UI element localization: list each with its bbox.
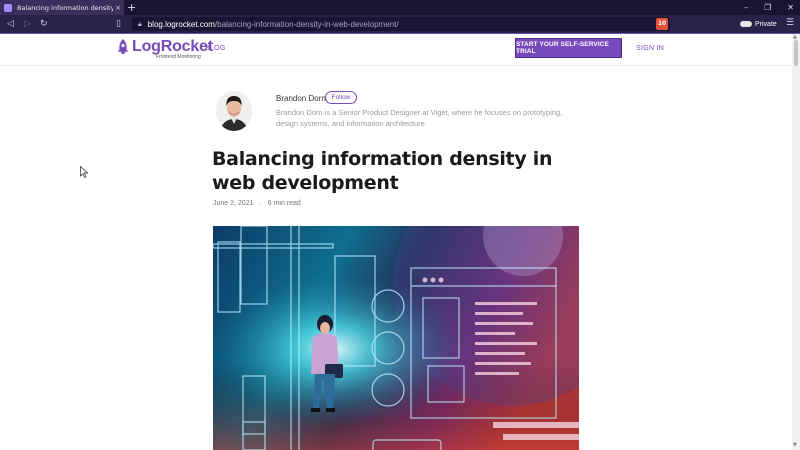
browser-tab-bar: Balancing information density in w... × … bbox=[0, 0, 800, 15]
author-bio: Brandon Dorn is a Senior Product Designe… bbox=[276, 108, 563, 128]
reload-icon[interactable]: ↻ bbox=[40, 17, 48, 31]
brave-shield-icon[interactable]: 10 bbox=[656, 18, 668, 30]
private-label: Private bbox=[755, 20, 777, 28]
article-date: June 2, 2021 bbox=[213, 200, 254, 207]
address-bar[interactable]: 🔒︎ blog.logrocket.com/balancing-informat… bbox=[132, 17, 670, 31]
minimize-icon[interactable]: – bbox=[744, 3, 748, 12]
logo-name: LogRocket bbox=[132, 38, 213, 55]
author-avatar[interactable] bbox=[216, 91, 252, 131]
lock-icon[interactable]: 🔒︎ bbox=[138, 20, 142, 29]
logrocket-favicon-icon bbox=[4, 3, 12, 12]
tab-title: Balancing information density in w... bbox=[17, 3, 113, 12]
article-meta: June 2, 2021 · 6 min read bbox=[213, 200, 301, 207]
follow-button[interactable]: Follow bbox=[325, 91, 357, 104]
window-controls: – ❐ ✕ bbox=[744, 0, 794, 15]
close-window-icon[interactable]: ✕ bbox=[787, 3, 794, 12]
article-read-time: 6 min read bbox=[267, 200, 301, 207]
article-title: Balancing information density in web dev… bbox=[212, 148, 553, 194]
new-tab-button[interactable]: + bbox=[127, 0, 136, 15]
page-scrollbar[interactable] bbox=[792, 34, 800, 450]
back-arrow-icon[interactable]: ◁ bbox=[7, 17, 14, 31]
nav-blog-link[interactable]: BLOG bbox=[205, 45, 226, 52]
restore-icon[interactable]: ❐ bbox=[764, 3, 771, 12]
scrollbar-thumb[interactable] bbox=[794, 40, 798, 66]
tab-close-icon[interactable]: × bbox=[115, 4, 121, 12]
mouse-cursor-icon bbox=[80, 166, 88, 178]
start-trial-button[interactable]: START YOUR SELF-SERVICE TRIAL bbox=[515, 38, 622, 58]
logrocket-logo[interactable]: LogRocket Frontend Monitoring bbox=[117, 39, 213, 60]
scroll-up-icon[interactable]: ▲ bbox=[793, 34, 797, 40]
article-hero-image bbox=[213, 226, 579, 450]
site-header: LogRocket Frontend Monitoring BLOG START… bbox=[0, 34, 800, 66]
bookmark-icon[interactable]: ▯ bbox=[116, 17, 121, 31]
author-name[interactable]: Brandon Dorn bbox=[276, 94, 326, 103]
private-window-indicator[interactable]: Private bbox=[740, 18, 777, 30]
browser-toolbar: ◁ ▷ ↻ ▯ 🔒︎ blog.logrocket.com/balancing-… bbox=[0, 15, 800, 33]
url-text[interactable]: blog.logrocket.com/balancing-information… bbox=[148, 20, 399, 29]
scroll-down-icon[interactable]: ▼ bbox=[793, 442, 797, 448]
hamburger-menu-icon[interactable]: ☰ bbox=[786, 18, 794, 28]
meta-separator: · bbox=[259, 200, 262, 207]
private-mask-icon bbox=[740, 21, 752, 27]
sign-in-link[interactable]: SIGN IN bbox=[636, 45, 664, 52]
browser-tab-active[interactable]: Balancing information density in w... × bbox=[0, 0, 124, 15]
forward-arrow-icon[interactable]: ▷ bbox=[24, 17, 31, 31]
rocket-logo-icon bbox=[118, 39, 128, 54]
